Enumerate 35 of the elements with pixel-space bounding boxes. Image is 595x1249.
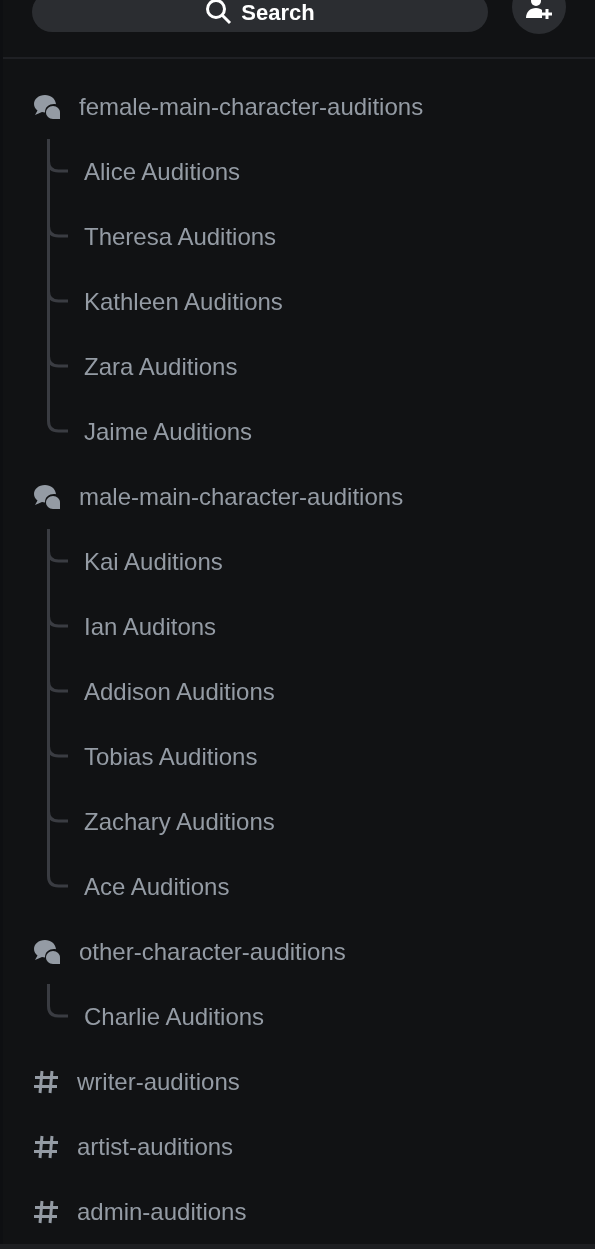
thread-item[interactable]: Tobias Auditions xyxy=(84,738,258,775)
thread-item[interactable]: Addison Auditions xyxy=(84,673,275,710)
thread-connector xyxy=(46,139,68,204)
hashtag-icon xyxy=(33,1068,59,1095)
channel-item[interactable]: artist-auditions xyxy=(77,1128,234,1165)
thread-item[interactable]: Theresa Auditions xyxy=(84,218,277,255)
thread-item[interactable]: Kathleen Auditions xyxy=(84,283,283,320)
thread-item[interactable]: Alice Auditions xyxy=(84,153,241,190)
channel-item[interactable]: female-main-character-auditions xyxy=(79,88,424,125)
thread-item[interactable]: Charlie Auditions xyxy=(84,998,265,1035)
thread-item[interactable]: Ace Auditions xyxy=(84,868,230,905)
search-icon xyxy=(205,0,234,26)
channel-item[interactable]: other-character-auditions xyxy=(79,933,346,970)
hashtag-icon xyxy=(33,1133,59,1160)
thread-connector xyxy=(46,984,68,1018)
forum-icon xyxy=(33,938,61,965)
thread-item[interactable]: Zachary Auditions xyxy=(84,803,275,840)
thread-connector xyxy=(46,204,68,269)
thread-item[interactable]: Jaime Auditions xyxy=(84,413,253,450)
thread-connector xyxy=(46,594,68,659)
channel-item[interactable]: admin-auditions xyxy=(77,1193,247,1230)
add-person-icon xyxy=(524,0,554,20)
thread-connector xyxy=(46,659,68,724)
hashtag-icon xyxy=(33,1198,59,1225)
thread-connector xyxy=(46,529,68,594)
thread-item[interactable]: Zara Auditions xyxy=(84,348,238,385)
forum-icon xyxy=(33,483,61,510)
thread-item[interactable]: Kai Auditions xyxy=(84,543,223,580)
search-button[interactable]: Search xyxy=(32,0,488,32)
thread-item[interactable]: Ian Auditons xyxy=(84,608,217,645)
channel-item[interactable]: writer-auditions xyxy=(77,1063,240,1100)
forum-icon xyxy=(33,93,61,120)
channel-item[interactable]: male-main-character-auditions xyxy=(79,478,404,515)
thread-connector xyxy=(46,724,68,789)
thread-connector xyxy=(46,269,68,334)
